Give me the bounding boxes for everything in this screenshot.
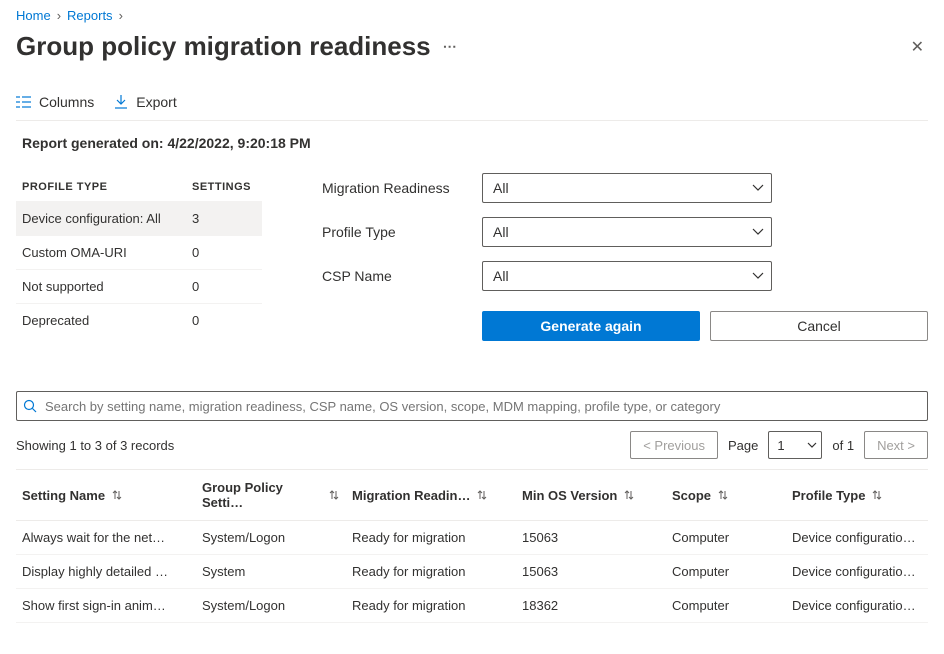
export-button[interactable]: Export (114, 94, 176, 110)
next-page-button[interactable]: Next > (864, 431, 928, 459)
column-header-min-os[interactable]: Min OS Version (516, 470, 666, 520)
close-button[interactable]: ✕ (907, 33, 928, 61)
breadcrumb-reports[interactable]: Reports (67, 8, 113, 23)
search-input[interactable] (16, 391, 928, 421)
sort-icon (871, 489, 883, 501)
results-table: Setting Name Group Policy Setti… Migrati… (16, 469, 928, 623)
summary-header-profile-type: PROFILE TYPE (22, 181, 192, 193)
columns-icon (16, 95, 31, 109)
migration-readiness-label: Migration Readiness (322, 180, 482, 196)
migration-readiness-select[interactable]: All (482, 173, 772, 203)
column-header-scope[interactable]: Scope (666, 470, 786, 520)
summary-row-device-configuration[interactable]: Device configuration: All 3 (16, 201, 262, 235)
records-count-label: Showing 1 to 3 of 3 records (16, 438, 174, 453)
page-title: Group policy migration readiness ⋯ (16, 31, 459, 62)
breadcrumb-home[interactable]: Home (16, 8, 51, 23)
summary-row-custom-oma-uri[interactable]: Custom OMA-URI 0 (16, 235, 262, 269)
csp-name-label: CSP Name (322, 268, 482, 284)
profile-type-label: Profile Type (322, 224, 482, 240)
previous-page-button[interactable]: < Previous (630, 431, 718, 459)
column-header-group-policy[interactable]: Group Policy Setti… (196, 470, 346, 520)
breadcrumb: Home › Reports › (16, 8, 928, 23)
generate-again-button[interactable]: Generate again (482, 311, 700, 341)
summary-header-settings: SETTINGS (192, 181, 251, 193)
table-row[interactable]: Show first sign-in anim… System/Logon Re… (16, 589, 928, 623)
sort-icon (476, 489, 488, 501)
chevron-right-icon: › (57, 8, 61, 23)
cancel-button[interactable]: Cancel (710, 311, 928, 341)
column-header-setting-name[interactable]: Setting Name (16, 470, 196, 520)
columns-button[interactable]: Columns (16, 94, 94, 110)
profile-type-select[interactable]: All (482, 217, 772, 247)
sort-icon (623, 489, 635, 501)
csp-name-select[interactable]: All (482, 261, 772, 291)
summary-row-not-supported[interactable]: Not supported 0 (16, 269, 262, 303)
table-row[interactable]: Always wait for the net… System/Logon Re… (16, 521, 928, 555)
column-header-migration-readiness[interactable]: Migration Readin… (346, 470, 516, 520)
close-icon: ✕ (911, 39, 924, 56)
page-select[interactable]: 1 (768, 431, 822, 459)
summary-table: PROFILE TYPE SETTINGS Device configurati… (16, 173, 262, 341)
more-actions-icon[interactable]: ⋯ (443, 38, 459, 55)
report-generated-timestamp: Report generated on: 4/22/2022, 9:20:18 … (16, 135, 928, 151)
download-icon (114, 95, 128, 109)
summary-row-deprecated[interactable]: Deprecated 0 (16, 303, 262, 337)
chevron-down-icon (807, 442, 817, 449)
column-header-profile-type[interactable]: Profile Type (786, 470, 928, 520)
page-of-label: of 1 (832, 438, 854, 453)
sort-icon (717, 489, 729, 501)
page-label: Page (728, 438, 758, 453)
chevron-right-icon: › (119, 8, 123, 23)
sort-icon (111, 489, 123, 501)
search-icon (23, 399, 37, 413)
table-row[interactable]: Display highly detailed … System Ready f… (16, 555, 928, 589)
toolbar: Columns Export (16, 86, 928, 121)
sort-icon (328, 489, 340, 501)
filters-panel: Migration Readiness All Profile Type All (322, 173, 928, 341)
